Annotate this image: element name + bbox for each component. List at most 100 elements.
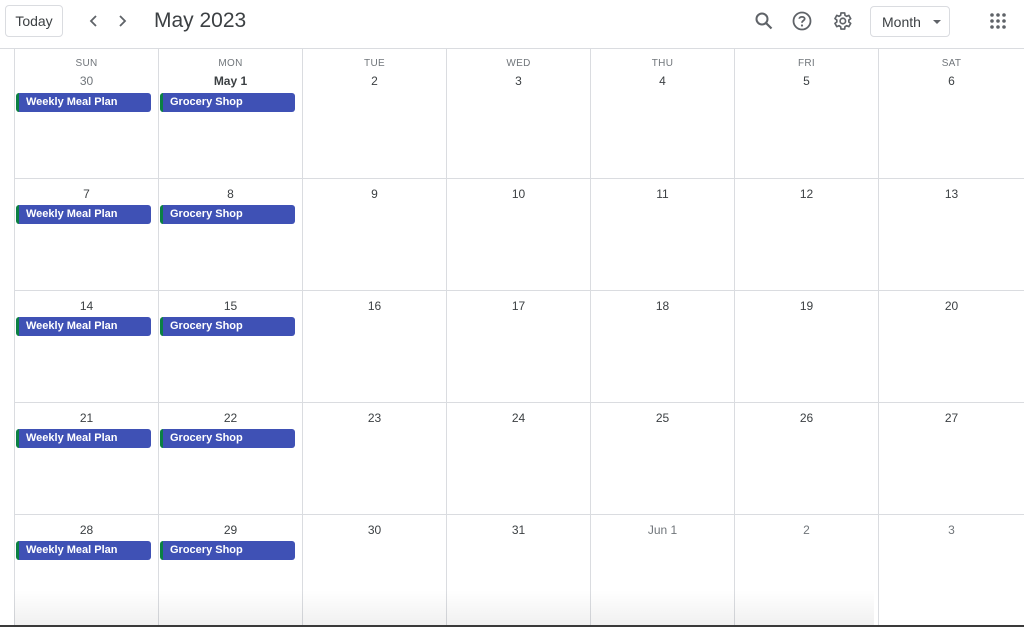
day-number[interactable]: 27	[879, 411, 1024, 425]
day-cell[interactable]: 29 Grocery Shop	[158, 515, 302, 627]
search-button[interactable]	[751, 8, 777, 34]
day-cell[interactable]: 26	[734, 403, 878, 515]
day-cell[interactable]: 14 Weekly Meal Plan	[14, 291, 158, 403]
today-button[interactable]: Today	[5, 5, 63, 37]
day-cell[interactable]: 19	[734, 291, 878, 403]
day-cell[interactable]: Jun 1	[590, 515, 734, 627]
day-number[interactable]: 31	[447, 523, 590, 537]
day-number[interactable]: 26	[735, 411, 878, 425]
view-select[interactable]: Month	[870, 6, 950, 37]
day-cell[interactable]: 13	[878, 179, 1024, 291]
day-of-week-label: SAT	[941, 58, 962, 69]
event-chip[interactable]: Weekly Meal Plan	[16, 429, 151, 448]
day-number[interactable]: 13	[879, 187, 1024, 201]
day-number[interactable]: 4	[591, 74, 734, 88]
day-number[interactable]: 23	[303, 411, 446, 425]
day-cell[interactable]: 20	[878, 291, 1024, 403]
day-cell[interactable]: MON May 1 Grocery Shop	[158, 49, 302, 179]
day-cell[interactable]: 3	[878, 515, 1024, 627]
day-number[interactable]: 20	[879, 299, 1024, 313]
day-cell[interactable]: 22 Grocery Shop	[158, 403, 302, 515]
day-cell[interactable]: 17	[446, 291, 590, 403]
calendar-header: Today May 2023 Month	[0, 0, 1024, 49]
day-cell[interactable]: 15 Grocery Shop	[158, 291, 302, 403]
day-cell[interactable]: 16	[302, 291, 446, 403]
day-number[interactable]: 29	[159, 523, 302, 537]
day-number[interactable]: 19	[735, 299, 878, 313]
event-chip[interactable]: Weekly Meal Plan	[16, 317, 151, 336]
day-number[interactable]: 8	[159, 187, 302, 201]
day-cell[interactable]: 10	[446, 179, 590, 291]
day-cell[interactable]: 30	[302, 515, 446, 627]
day-number[interactable]: 12	[735, 187, 878, 201]
day-number[interactable]: 7	[15, 187, 158, 201]
day-cell[interactable]: 9	[302, 179, 446, 291]
day-number[interactable]: 6	[879, 74, 1024, 88]
day-number[interactable]: 2	[735, 523, 878, 537]
day-number[interactable]: 17	[447, 299, 590, 313]
day-number[interactable]: 2	[303, 74, 446, 88]
event-chip[interactable]: Grocery Shop	[160, 541, 295, 560]
day-of-week-label: WED	[506, 58, 531, 69]
day-of-week-label: THU	[651, 58, 674, 69]
day-number[interactable]: 21	[15, 411, 158, 425]
day-number[interactable]: 3	[447, 74, 590, 88]
event-chip[interactable]: Grocery Shop	[160, 205, 295, 224]
help-icon	[792, 11, 812, 31]
help-button[interactable]	[789, 8, 815, 34]
day-cell[interactable]: WED 3	[446, 49, 590, 179]
search-icon	[755, 12, 773, 30]
day-number[interactable]: 15	[159, 299, 302, 313]
day-number[interactable]: 25	[591, 411, 734, 425]
day-cell[interactable]: 21 Weekly Meal Plan	[14, 403, 158, 515]
day-cell[interactable]: TUE 2	[302, 49, 446, 179]
day-cell[interactable]: 2	[734, 515, 878, 627]
event-chip[interactable]: Grocery Shop	[160, 429, 295, 448]
day-cell[interactable]: SAT 6	[878, 49, 1024, 179]
day-number[interactable]: 5	[735, 74, 878, 88]
day-number[interactable]: 3	[879, 523, 1024, 537]
gear-icon	[834, 12, 852, 30]
day-cell[interactable]: 18	[590, 291, 734, 403]
day-cell[interactable]: 28 Weekly Meal Plan	[14, 515, 158, 627]
day-number[interactable]: 16	[303, 299, 446, 313]
day-cell[interactable]: 8 Grocery Shop	[158, 179, 302, 291]
day-of-week-label: MON	[218, 58, 243, 69]
event-chip[interactable]: Grocery Shop	[160, 93, 295, 112]
event-chip[interactable]: Weekly Meal Plan	[16, 541, 151, 560]
day-number[interactable]: 24	[447, 411, 590, 425]
apps-button[interactable]	[985, 8, 1011, 34]
day-number[interactable]: 9	[303, 187, 446, 201]
day-number[interactable]: 18	[591, 299, 734, 313]
view-select-label: Month	[882, 13, 921, 30]
day-cell[interactable]: 31	[446, 515, 590, 627]
day-number[interactable]: 30	[15, 74, 158, 88]
event-chip[interactable]: Weekly Meal Plan	[16, 93, 151, 112]
day-cell[interactable]: 23	[302, 403, 446, 515]
day-number[interactable]: 30	[303, 523, 446, 537]
event-chip[interactable]: Weekly Meal Plan	[16, 205, 151, 224]
day-cell[interactable]: 25	[590, 403, 734, 515]
day-number[interactable]: Jun 1	[591, 523, 734, 537]
event-chip[interactable]: Grocery Shop	[160, 317, 295, 336]
day-number[interactable]: 28	[15, 523, 158, 537]
day-cell[interactable]: 7 Weekly Meal Plan	[14, 179, 158, 291]
day-number[interactable]: 14	[15, 299, 158, 313]
day-number[interactable]: May 1	[159, 74, 302, 88]
day-cell[interactable]: FRI 5	[734, 49, 878, 179]
day-number[interactable]: 22	[159, 411, 302, 425]
next-month-button[interactable]	[109, 8, 135, 34]
day-number[interactable]: 11	[591, 187, 734, 201]
chevron-right-icon	[119, 15, 127, 27]
day-cell[interactable]: 24	[446, 403, 590, 515]
settings-button[interactable]	[829, 8, 855, 34]
previous-month-button[interactable]	[81, 8, 107, 34]
day-cell[interactable]: THU 4	[590, 49, 734, 179]
dropdown-caret-icon	[932, 19, 941, 24]
day-cell[interactable]: 11	[590, 179, 734, 291]
day-cell[interactable]: 12	[734, 179, 878, 291]
day-cell[interactable]: 27	[878, 403, 1024, 515]
day-of-week-label: TUE	[364, 58, 385, 69]
day-cell[interactable]: SUN 30 Weekly Meal Plan	[14, 49, 158, 179]
day-number[interactable]: 10	[447, 187, 590, 201]
